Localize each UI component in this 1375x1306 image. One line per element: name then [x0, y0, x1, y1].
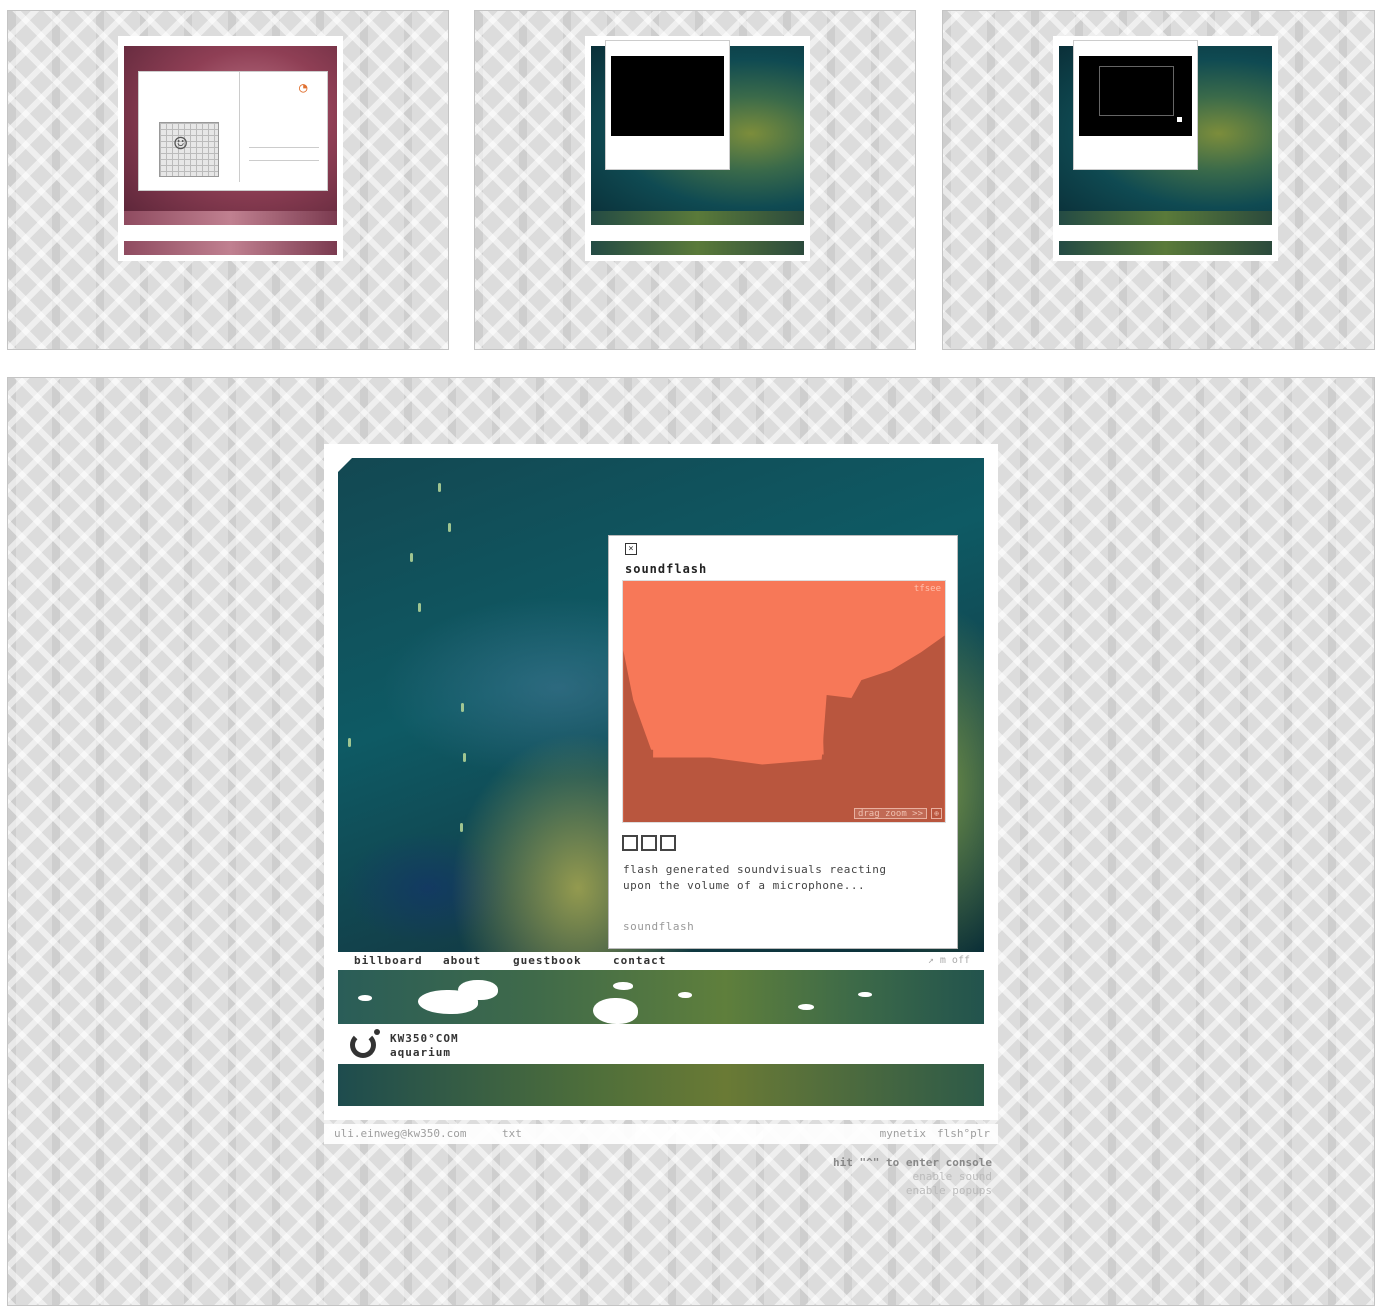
fish-shape: [358, 995, 372, 1001]
thumbnail-site: [585, 36, 810, 261]
bubble: [460, 823, 463, 832]
thumbnail-window: ☺ ◔: [138, 71, 328, 191]
popup-description: flash generated soundvisuals reacting up…: [623, 863, 887, 892]
fish-shape: [678, 992, 692, 998]
bubble: [348, 738, 351, 747]
bottom-image-strip: [338, 1064, 984, 1106]
nav-contact[interactable]: contact: [613, 954, 666, 967]
logo-bar[interactable]: KW350°COM aquarium: [338, 1024, 984, 1064]
drag-zoom-button[interactable]: drag zoom >>: [853, 808, 927, 819]
thumbnail-strip: [124, 241, 337, 255]
thumbnail-strip: [591, 211, 804, 225]
site-frame: × soundflash tfsee drag zoom >> ⊕ flash …: [324, 444, 998, 1120]
logo-dot-icon: [374, 1029, 380, 1035]
nav-guestbook[interactable]: guestbook: [513, 954, 582, 967]
thumbnail-window: [605, 40, 730, 170]
logo-subtitle: aquarium: [390, 1046, 451, 1059]
logo-name: KW350°COM: [390, 1032, 459, 1045]
bubble: [461, 703, 464, 712]
enable-sound-link[interactable]: enable sound: [833, 1170, 992, 1184]
mode-square-2[interactable]: [641, 835, 657, 851]
thumbnail-logo: [593, 228, 653, 238]
bubble: [448, 523, 451, 532]
fish-shape: [858, 992, 872, 997]
site-footer: uli.einweg@kw350.com txt mynetix flsh°pl…: [324, 1124, 998, 1144]
fish-shape: [798, 1004, 814, 1010]
mode-square-1[interactable]: [622, 835, 638, 851]
thumbnail-site: ☺ ◔: [118, 36, 343, 261]
close-icon[interactable]: ×: [625, 543, 637, 555]
smiley-icon: ☺: [174, 132, 188, 157]
thumbnail-face-editor[interactable]: ☺ ◔: [7, 10, 449, 350]
corner-tab: [338, 458, 352, 472]
fish-strip: [338, 970, 984, 1024]
zoom-icon[interactable]: ⊕: [931, 808, 942, 819]
fish-shape: [593, 998, 638, 1024]
soundflash-popup: × soundflash tfsee drag zoom >> ⊕ flash …: [608, 535, 958, 949]
thumbnail-screen: [1079, 56, 1192, 136]
mode-square-3[interactable]: [660, 835, 676, 851]
thumbnail-black-screen[interactable]: [474, 10, 916, 350]
logo-ring-icon: ◔: [299, 80, 308, 96]
thumbnail-strip: [124, 211, 337, 225]
bubble: [463, 753, 466, 762]
enable-popups-link[interactable]: enable popups: [833, 1184, 992, 1198]
canvas-corner-label: tfsee: [913, 584, 941, 594]
fish-shape: [613, 982, 633, 990]
thumbnail-logo: [126, 228, 186, 238]
thumbnail-site: [1053, 36, 1278, 261]
email-link[interactable]: uli.einweg@kw350.com: [334, 1127, 466, 1140]
face-grid: [159, 122, 219, 177]
main-nav: billboard about guestbook contact ↗ m of…: [338, 952, 984, 970]
txt-link[interactable]: txt: [502, 1127, 522, 1140]
thumbnail-logo: [1061, 228, 1121, 238]
mynetix-link[interactable]: mynetix: [880, 1127, 926, 1140]
aquarium-scene: × soundflash tfsee drag zoom >> ⊕ flash …: [338, 458, 984, 952]
bubble: [438, 483, 441, 492]
thumbnail-strip: [1059, 211, 1272, 225]
bubble: [410, 553, 413, 562]
mode-squares: [622, 835, 676, 851]
soundflash-link[interactable]: soundflash: [623, 920, 694, 933]
thumbnail-strip: [1059, 241, 1272, 255]
fish-shape: [458, 980, 498, 1000]
thumbnail-black-screen-frame[interactable]: [942, 10, 1375, 350]
thumbnail-strip: [591, 241, 804, 255]
main-screenshot: × soundflash tfsee drag zoom >> ⊕ flash …: [7, 377, 1375, 1306]
logo-ring-icon: [350, 1032, 376, 1058]
popup-title: soundflash: [625, 562, 708, 576]
console-hint: hit "^" to enter console: [833, 1156, 992, 1169]
console-panel: hit "^" to enter console enable sound en…: [833, 1156, 992, 1198]
thumbnail-screen: [611, 56, 724, 136]
sound-visual-shape: [623, 635, 945, 822]
nav-billboard[interactable]: billboard: [354, 954, 423, 967]
soundflash-canvas[interactable]: tfsee drag zoom >> ⊕: [622, 580, 946, 823]
sound-toggle[interactable]: ↗ m off: [928, 955, 970, 966]
bubble: [418, 603, 421, 612]
thumbnail-window: [1073, 40, 1198, 170]
nav-about[interactable]: about: [443, 954, 481, 967]
flsh-plr-link[interactable]: flsh°plr: [937, 1127, 990, 1140]
